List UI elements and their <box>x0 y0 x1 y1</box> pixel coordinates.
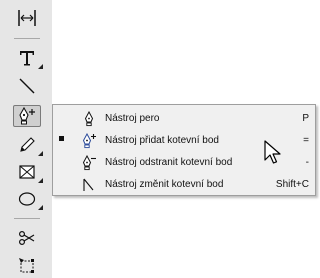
rectangle-frame-tool-button[interactable] <box>12 160 43 184</box>
convert-anchor-point-icon <box>83 178 94 191</box>
menu-item-shortcut: = <box>303 135 309 146</box>
ellipse-tool-button[interactable] <box>12 187 43 211</box>
menu-item-label: Nástroj změnit kotevní bod <box>105 179 224 190</box>
line-tool-icon <box>19 78 35 94</box>
flyout-corner-icon <box>38 205 43 210</box>
menu-item-shortcut: - <box>305 157 309 168</box>
toolbox-divider <box>14 218 40 219</box>
scissors-tool-button[interactable] <box>12 226 42 250</box>
ellipse-icon <box>18 192 36 206</box>
pencil-icon <box>20 137 35 152</box>
scissors-icon <box>18 230 35 246</box>
add-anchor-point-icon <box>82 133 96 149</box>
rectangle-frame-icon <box>19 165 35 179</box>
line-tool-button[interactable] <box>12 74 42 98</box>
menu-item-label: Nástroj odstranit kotevní bod <box>105 157 233 168</box>
type-tool-button[interactable] <box>12 46 43 70</box>
menu-item-shortcut: P <box>302 113 309 124</box>
type-tool-icon <box>20 51 34 66</box>
pencil-tool-button[interactable] <box>12 133 43 157</box>
flyout-corner-icon <box>38 64 43 69</box>
free-transform-tool-button[interactable] <box>12 254 42 278</box>
pen-icon <box>84 111 94 127</box>
menu-item-convert-anchor-point-tool[interactable]: Nástroj změnit kotevní bod Shift+C <box>53 174 315 196</box>
gap-tool-button[interactable] <box>12 6 42 30</box>
gap-tool-icon <box>18 10 36 26</box>
flyout-corner-icon <box>38 178 43 183</box>
mouse-pointer-icon <box>264 140 281 164</box>
toolbox-panel <box>0 0 52 278</box>
free-transform-icon <box>19 258 34 273</box>
flyout-corner-icon <box>38 151 43 156</box>
menu-item-pen-tool[interactable]: Nástroj pero P <box>53 108 315 130</box>
menu-item-label: Nástroj přidat kotevní bod <box>105 135 219 146</box>
toolbox-divider <box>14 38 40 39</box>
menu-item-shortcut: Shift+C <box>275 179 309 190</box>
menu-item-label: Nástroj pero <box>105 113 160 124</box>
selected-check-icon <box>59 136 64 141</box>
pen-tool-button[interactable] <box>13 105 41 127</box>
pen-add-anchor-icon <box>19 106 35 125</box>
delete-anchor-point-icon <box>82 155 96 171</box>
